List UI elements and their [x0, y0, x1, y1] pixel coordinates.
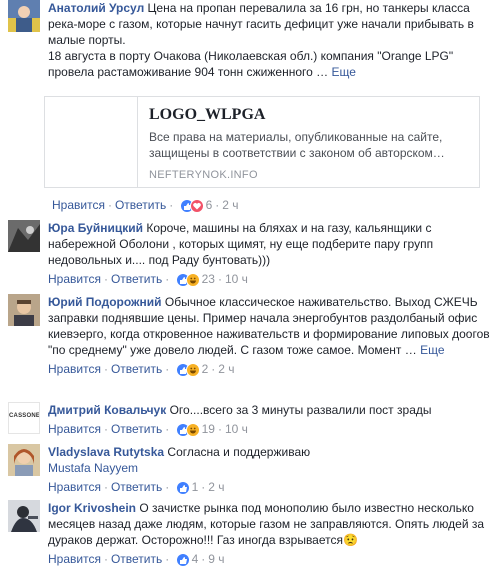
comment-actions: Нравится · Ответить · 23 · 10 ч	[48, 271, 492, 287]
link-preview-thumbnail	[45, 97, 138, 187]
haha-icon	[185, 422, 200, 437]
reactions[interactable]	[175, 362, 200, 377]
separator: ·	[165, 552, 170, 566]
reactions[interactable]	[175, 480, 190, 495]
avatar[interactable]	[8, 500, 40, 532]
comment-text-continued: 18 августа в порту Очакова (Николаевская…	[48, 49, 454, 79]
comment-author[interactable]: Igor Krivoshein	[48, 501, 136, 515]
comment-actions: Нравится · Ответить · 4 · 9 ч	[48, 551, 492, 567]
avatar[interactable]	[8, 220, 40, 252]
avatar-logo-text: CASSONE	[9, 413, 40, 419]
reactions[interactable]	[179, 198, 204, 213]
see-more-link[interactable]: Еще	[420, 343, 444, 357]
comment-author[interactable]: Vladyslava Rutytska	[48, 445, 164, 459]
comment-text: Ого....всего за 3 минуты развалили пост …	[169, 403, 432, 417]
separator: ·	[201, 552, 206, 566]
reactions[interactable]	[175, 552, 190, 567]
like-link[interactable]: Нравится	[48, 552, 101, 566]
like-link[interactable]: Нравится	[48, 422, 101, 436]
separator: ·	[215, 198, 220, 212]
avatar-image	[8, 220, 40, 252]
separator: ·	[103, 272, 108, 286]
reaction-count: 6	[205, 198, 213, 212]
separator: ·	[103, 480, 108, 494]
haha-icon	[185, 272, 200, 287]
reply-link[interactable]: Ответить	[115, 198, 166, 212]
separator: ·	[165, 272, 170, 286]
reply-link[interactable]: Ответить	[111, 272, 162, 286]
comment-actions: Нравится · Ответить · 1 · 2 ч	[48, 479, 492, 495]
comment-author[interactable]: Дмитрий Ковальчук	[48, 403, 166, 417]
reply-link[interactable]: Ответить	[111, 422, 162, 436]
reply-link[interactable]: Ответить	[111, 480, 162, 494]
reply-link[interactable]: Ответить	[111, 552, 162, 566]
comment-author[interactable]: Юрий Подорожний	[48, 295, 162, 309]
separator: ·	[165, 362, 170, 376]
timestamp[interactable]: 9 ч	[208, 552, 224, 566]
link-preview-description: Все права на материалы, опубликованные н…	[149, 130, 445, 160]
mentioned-user-link[interactable]: Mustafa Nayyem	[48, 460, 492, 476]
avatar[interactable]	[8, 444, 40, 476]
separator: ·	[201, 480, 206, 494]
avatar[interactable]	[8, 294, 40, 326]
separator: ·	[103, 362, 108, 376]
separator: ·	[165, 422, 170, 436]
separator: ·	[103, 552, 108, 566]
haha-icon	[185, 362, 200, 377]
comment-author[interactable]: Юра Буйницкий	[48, 221, 143, 235]
like-link[interactable]: Нравится	[48, 480, 101, 494]
separator: ·	[103, 422, 108, 436]
comment-text: Согласна и поддерживаю	[167, 445, 311, 459]
reactions[interactable]	[175, 422, 200, 437]
timestamp[interactable]: 2 ч	[218, 362, 234, 376]
love-icon	[189, 198, 204, 213]
reactions[interactable]	[175, 272, 200, 287]
avatar[interactable]	[8, 0, 40, 32]
like-icon	[175, 552, 190, 567]
separator: ·	[217, 272, 222, 286]
timestamp[interactable]: 10 ч	[225, 422, 248, 436]
reaction-count: 23	[201, 272, 215, 286]
reaction-count: 2	[201, 362, 209, 376]
like-icon	[175, 480, 190, 495]
separator: ·	[165, 480, 170, 494]
separator: ·	[217, 422, 222, 436]
avatar-image	[8, 444, 40, 476]
link-preview-source: NEFTERYNOK.INFO	[149, 169, 258, 181]
avatar-image	[8, 0, 40, 32]
comment-author[interactable]: Анатолий Урсул	[48, 1, 144, 15]
reaction-count: 19	[201, 422, 215, 436]
link-preview-title: LOGO_WLPGA	[149, 106, 266, 123]
like-link[interactable]: Нравится	[52, 198, 105, 212]
separator: ·	[169, 198, 174, 212]
comment-actions: Нравится · Ответить · 2 · 2 ч	[48, 361, 492, 377]
reaction-count: 1	[191, 480, 199, 494]
reply-link[interactable]: Ответить	[111, 362, 162, 376]
reaction-count: 4	[191, 552, 199, 566]
timestamp[interactable]: 2 ч	[222, 198, 238, 212]
avatar-image	[8, 500, 40, 532]
comment-actions: Нравится · Ответить · 6 · 2 ч	[52, 197, 239, 213]
timestamp[interactable]: 10 ч	[225, 272, 248, 286]
avatar[interactable]: CASSONE	[8, 402, 40, 434]
link-preview[interactable]: LOGO_WLPGA Все права на материалы, опубл…	[44, 96, 480, 188]
timestamp[interactable]: 2 ч	[208, 480, 224, 494]
like-link[interactable]: Нравится	[48, 362, 101, 376]
comment-actions: Нравится · Ответить · 19 · 10 ч	[48, 421, 492, 437]
separator: ·	[107, 198, 112, 212]
avatar-image	[8, 294, 40, 326]
separator: ·	[211, 362, 216, 376]
like-link[interactable]: Нравится	[48, 272, 101, 286]
see-more-link[interactable]: Еще	[331, 65, 355, 79]
